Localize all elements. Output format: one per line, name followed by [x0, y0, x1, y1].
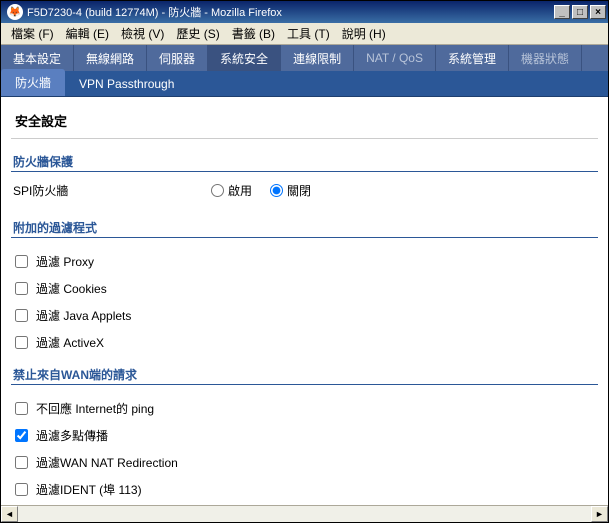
label-wan-multicast: 過濾多點傳播	[36, 427, 108, 444]
titlebar: 🦊 F5D7230-4 (build 12774M) - 防火牆 - Mozil…	[1, 1, 608, 23]
menu-bookmarks[interactable]: 書籤 (B)	[226, 23, 281, 44]
checkbox-wan-ping[interactable]	[15, 402, 28, 415]
row-wan-multicast: 過濾多點傳播	[11, 422, 598, 449]
label-wan-ping: 不回應 Internet的 ping	[36, 400, 154, 417]
horizontal-scrollbar[interactable]: ◄ ►	[1, 505, 608, 522]
label-wan-nat: 過濾WAN NAT Redirection	[36, 454, 178, 471]
checkbox-filter-cookies[interactable]	[15, 282, 28, 295]
spi-enable-option[interactable]: 啟用	[211, 182, 252, 199]
row-spi: SPI防火牆 啟用 關閉	[11, 182, 598, 199]
scroll-track[interactable]	[18, 506, 591, 522]
close-button[interactable]: ×	[590, 5, 606, 19]
row-wan-ident: 過濾IDENT (埠 113)	[11, 476, 598, 503]
tab-firewall[interactable]: 防火牆	[1, 69, 65, 96]
firefox-icon: 🦊	[7, 4, 23, 20]
menu-view[interactable]: 檢視 (V)	[115, 23, 170, 44]
content-area: 基本設定 無線網路 伺服器 系統安全 連線限制 NAT / QoS 系統管理 機…	[1, 45, 608, 505]
tab-basic[interactable]: 基本設定	[1, 45, 74, 71]
tab-natqos[interactable]: NAT / QoS	[354, 45, 436, 71]
tab-security[interactable]: 系統安全	[208, 45, 281, 71]
secondary-tabs: 防火牆 VPN Passthrough	[1, 71, 608, 97]
page-body: 安全設定 防火牆保護 SPI防火牆 啟用 關閉 附加的過濾程式	[1, 97, 608, 505]
label-filter-activex: 過濾 ActiveX	[36, 334, 104, 351]
scroll-right-button[interactable]: ►	[591, 506, 608, 522]
minimize-button[interactable]: _	[554, 5, 570, 19]
label-filter-proxy: 過濾 Proxy	[36, 253, 94, 270]
section-firewall-protect: 防火牆保護	[11, 143, 598, 172]
menubar: 檔案 (F) 編輯 (E) 檢視 (V) 歷史 (S) 書籤 (B) 工具 (T…	[1, 23, 608, 45]
scroll-left-button[interactable]: ◄	[1, 506, 18, 522]
app-window: 🦊 F5D7230-4 (build 12774M) - 防火牆 - Mozil…	[0, 0, 609, 523]
row-filter-java: 過濾 Java Applets	[11, 302, 598, 329]
row-wan-nat: 過濾WAN NAT Redirection	[11, 449, 598, 476]
primary-tabs: 基本設定 無線網路 伺服器 系統安全 連線限制 NAT / QoS 系統管理 機…	[1, 45, 608, 71]
section-wan-block: 禁止來自WAN端的請求	[11, 356, 598, 385]
spi-enable-radio[interactable]	[211, 184, 224, 197]
checkbox-wan-nat[interactable]	[15, 456, 28, 469]
spi-disable-label: 關閉	[287, 182, 311, 199]
tab-admin[interactable]: 系統管理	[436, 45, 509, 71]
tab-vpn[interactable]: VPN Passthrough	[65, 72, 188, 96]
label-filter-cookies: 過濾 Cookies	[36, 280, 107, 297]
label-wan-ident: 過濾IDENT (埠 113)	[36, 481, 142, 498]
spi-radio-group: 啟用 關閉	[211, 182, 311, 199]
row-filter-proxy: 過濾 Proxy	[11, 248, 598, 275]
tab-wireless[interactable]: 無線網路	[74, 45, 147, 71]
menu-file[interactable]: 檔案 (F)	[5, 23, 60, 44]
spi-enable-label: 啟用	[228, 182, 252, 199]
tab-status[interactable]: 機器狀態	[509, 45, 582, 71]
menu-tools[interactable]: 工具 (T)	[281, 23, 336, 44]
section-filters: 附加的過濾程式	[11, 209, 598, 238]
checkbox-filter-proxy[interactable]	[15, 255, 28, 268]
page-title: 安全設定	[11, 105, 598, 139]
window-title: F5D7230-4 (build 12774M) - 防火牆 - Mozilla…	[27, 4, 552, 20]
tab-conn[interactable]: 連線限制	[281, 45, 354, 71]
checkbox-wan-multicast[interactable]	[15, 429, 28, 442]
checkbox-filter-java[interactable]	[15, 309, 28, 322]
row-wan-ping: 不回應 Internet的 ping	[11, 395, 598, 422]
maximize-button[interactable]: □	[572, 5, 588, 19]
spi-disable-radio[interactable]	[270, 184, 283, 197]
spi-disable-option[interactable]: 關閉	[270, 182, 311, 199]
label-filter-java: 過濾 Java Applets	[36, 307, 131, 324]
checkbox-wan-ident[interactable]	[15, 483, 28, 496]
tab-server[interactable]: 伺服器	[147, 45, 208, 71]
menu-help[interactable]: 說明 (H)	[336, 23, 392, 44]
menu-history[interactable]: 歷史 (S)	[170, 23, 225, 44]
checkbox-filter-activex[interactable]	[15, 336, 28, 349]
row-filter-cookies: 過濾 Cookies	[11, 275, 598, 302]
row-filter-activex: 過濾 ActiveX	[11, 329, 598, 356]
spi-label: SPI防火牆	[11, 182, 211, 199]
menu-edit[interactable]: 編輯 (E)	[60, 23, 115, 44]
